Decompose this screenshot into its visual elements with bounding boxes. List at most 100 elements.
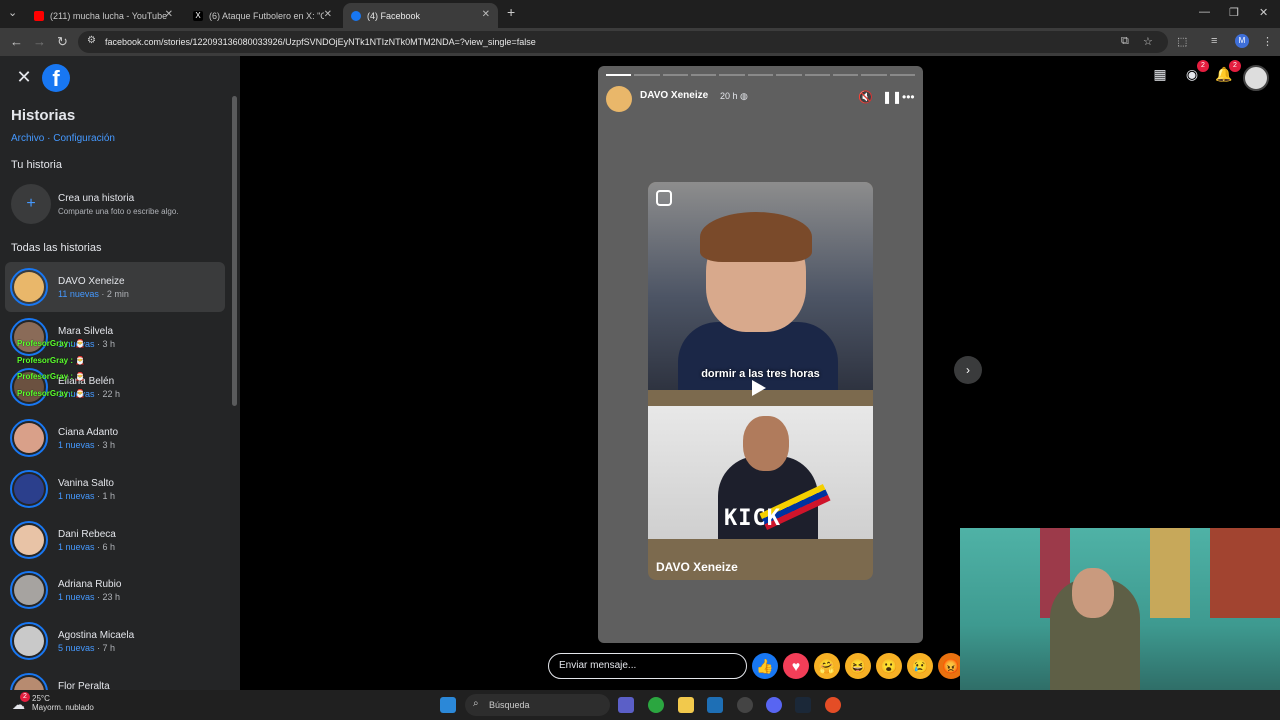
avatar — [14, 272, 44, 302]
sidebar-title: Historias — [11, 107, 76, 124]
close-tab-icon[interactable]: ✕ — [165, 9, 173, 20]
close-icon[interactable]: ✕ — [14, 67, 34, 87]
weather-badge: 2 — [20, 692, 30, 702]
tab-label: (211) mucha lucha - YouTube — [50, 10, 168, 21]
bookmark-star-icon[interactable]: ☆ — [1143, 35, 1153, 48]
reload-icon[interactable]: ↻ — [57, 34, 68, 50]
story-item[interactable]: Dani Rebeca 1 nuevas · 6 h — [5, 515, 225, 565]
progress-segment — [804, 74, 830, 76]
create-story-title[interactable]: Crea una historia — [58, 193, 134, 204]
windows-start-icon[interactable] — [440, 697, 456, 713]
facebook-logo[interactable]: f — [42, 64, 70, 92]
story-meta: 1 nuevas · 23 h — [58, 592, 121, 602]
story-item[interactable]: Flor Peralta — [5, 667, 225, 690]
kick-text: KICK — [724, 506, 781, 531]
reel-caption: dormir a las tres horas — [701, 368, 820, 380]
like-reaction-icon[interactable]: 👍 — [752, 653, 778, 679]
story-name: Ciana Adanto — [58, 427, 119, 438]
avatar — [14, 575, 44, 605]
story-item[interactable]: Mara Silvela 1 nuevas · 3 h — [5, 312, 225, 362]
steam-icon[interactable] — [795, 697, 811, 713]
story-name: Dani Rebeca — [58, 529, 116, 540]
reel-author: DAVO Xeneize — [656, 560, 738, 574]
next-story-icon[interactable]: › — [954, 356, 982, 384]
person-hair — [700, 212, 812, 262]
webcam-overlay — [960, 528, 1280, 690]
discord-icon[interactable] — [766, 697, 782, 713]
app-icon[interactable] — [825, 697, 841, 713]
tab-facebook[interactable]: (4) Facebook ✕ — [343, 3, 498, 28]
taskbar: ☁ 2 25°C Mayorm. nublado Búsqueda ⌕ — [0, 690, 1280, 720]
story-meta: 1 nuevas · 1 h — [58, 491, 116, 501]
extensions-icon[interactable]: ⬚ — [1177, 35, 1187, 48]
chat-overlay-line: ProfesorGray : 🎅 — [17, 389, 86, 398]
story-item[interactable]: Ciana Adanto 1 nuevas · 3 h — [5, 413, 225, 463]
story-name: Agostina Micaela — [58, 630, 135, 641]
pause-icon[interactable]: ❚❚ — [882, 90, 902, 104]
chrome-icon[interactable] — [648, 697, 664, 713]
file-explorer-icon[interactable] — [678, 697, 694, 713]
obs-icon[interactable] — [737, 697, 753, 713]
message-input[interactable]: Enviar mensaje... — [548, 653, 747, 679]
author-avatar[interactable] — [606, 86, 632, 112]
new-tab-icon[interactable]: + — [507, 4, 515, 20]
weather-widget[interactable]: 25°C Mayorm. nublado — [32, 694, 94, 712]
story-name: DAVO Xeneize — [58, 276, 125, 287]
account-avatar[interactable] — [1243, 65, 1269, 91]
reel-preview[interactable]: dormir a las tres horas KICK DAVO Xeneiz… — [648, 182, 873, 580]
avatar — [14, 423, 44, 453]
story-item[interactable]: Agostina Micaela 5 nuevas · 7 h — [5, 616, 225, 666]
install-icon[interactable]: ⧉ — [1121, 35, 1129, 48]
sidebar-scrollbar[interactable] — [232, 96, 237, 406]
reel-video-frame — [648, 182, 873, 390]
story-author[interactable]: DAVO Xeneize — [640, 90, 708, 101]
plus-icon[interactable]: + — [11, 184, 51, 224]
tab-x[interactable]: X (6) Ataque Futbolero en X: "Cor ✕ — [185, 3, 340, 28]
story-viewer[interactable]: DAVO Xeneize 20 h ◍ 🔇 ❚❚ ••• dormir a la… — [598, 66, 923, 643]
more-options-icon[interactable]: ••• — [902, 90, 915, 104]
menu-grid-icon[interactable]: ▦ — [1144, 66, 1176, 88]
story-meta: 1 nuevas · 3 h — [58, 440, 116, 450]
forward-icon[interactable]: → — [33, 34, 46, 49]
story-item[interactable]: Vanina Salto 1 nuevas · 1 h — [5, 464, 225, 514]
tab-youtube[interactable]: (211) mucha lucha - YouTube ✕ — [26, 3, 181, 28]
close-tab-icon[interactable]: ✕ — [482, 9, 490, 20]
haha-reaction-icon[interactable]: 😆 — [845, 653, 871, 679]
close-tab-icon[interactable]: ✕ — [324, 9, 332, 20]
taskbar-search[interactable]: Búsqueda — [465, 694, 610, 716]
love-reaction-icon[interactable]: ♥ — [783, 653, 809, 679]
progress-segment — [832, 74, 859, 76]
story-time: 20 h ◍ — [720, 91, 748, 101]
browser-tab-strip: ⌄ (211) mucha lucha - YouTube ✕ X (6) At… — [0, 0, 1280, 28]
profile-avatar[interactable]: M — [1235, 34, 1249, 48]
play-icon[interactable] — [752, 380, 766, 396]
tab-search-icon[interactable]: ⌄ — [8, 6, 17, 19]
story-item[interactable]: DAVO Xeneize 11 nuevas · 2 min — [5, 262, 225, 312]
wow-reaction-icon[interactable]: 😮 — [876, 653, 902, 679]
menu-icon[interactable]: ⋮ — [1262, 35, 1273, 48]
progress-segment — [691, 74, 717, 76]
back-icon[interactable]: ← — [10, 34, 23, 49]
reel-image: KICK — [648, 406, 873, 539]
minimize-icon[interactable]: — — [1199, 6, 1210, 18]
story-item[interactable]: Eliana Belén 1 nuevas · 22 h — [5, 362, 225, 412]
poster — [1150, 528, 1190, 618]
site-info-icon[interactable]: ⚙ — [87, 35, 96, 46]
progress-segment — [662, 74, 689, 76]
mute-icon[interactable]: 🔇 — [858, 90, 873, 104]
store-icon[interactable] — [707, 697, 723, 713]
youtube-icon — [34, 10, 44, 21]
story-item[interactable]: Adriana Rubio 1 nuevas · 23 h — [5, 565, 225, 615]
sad-reaction-icon[interactable]: 😢 — [907, 653, 933, 679]
close-window-icon[interactable]: ✕ — [1259, 6, 1268, 19]
chat-overlay-line: ProfesorGray : 🎅 — [17, 372, 86, 381]
x-icon: X — [193, 10, 203, 21]
maximize-icon[interactable]: ❐ — [1229, 6, 1239, 19]
reels-icon — [656, 190, 672, 206]
care-reaction-icon[interactable]: 🤗 — [814, 653, 840, 679]
man-head — [743, 416, 789, 471]
task-view-icon[interactable] — [618, 697, 634, 713]
archive-settings-links[interactable]: Archivo · Configuración — [11, 133, 115, 144]
media-icon[interactable]: ≡ — [1211, 35, 1217, 47]
url-text[interactable]: facebook.com/stories/122093136080033926/… — [105, 37, 536, 47]
